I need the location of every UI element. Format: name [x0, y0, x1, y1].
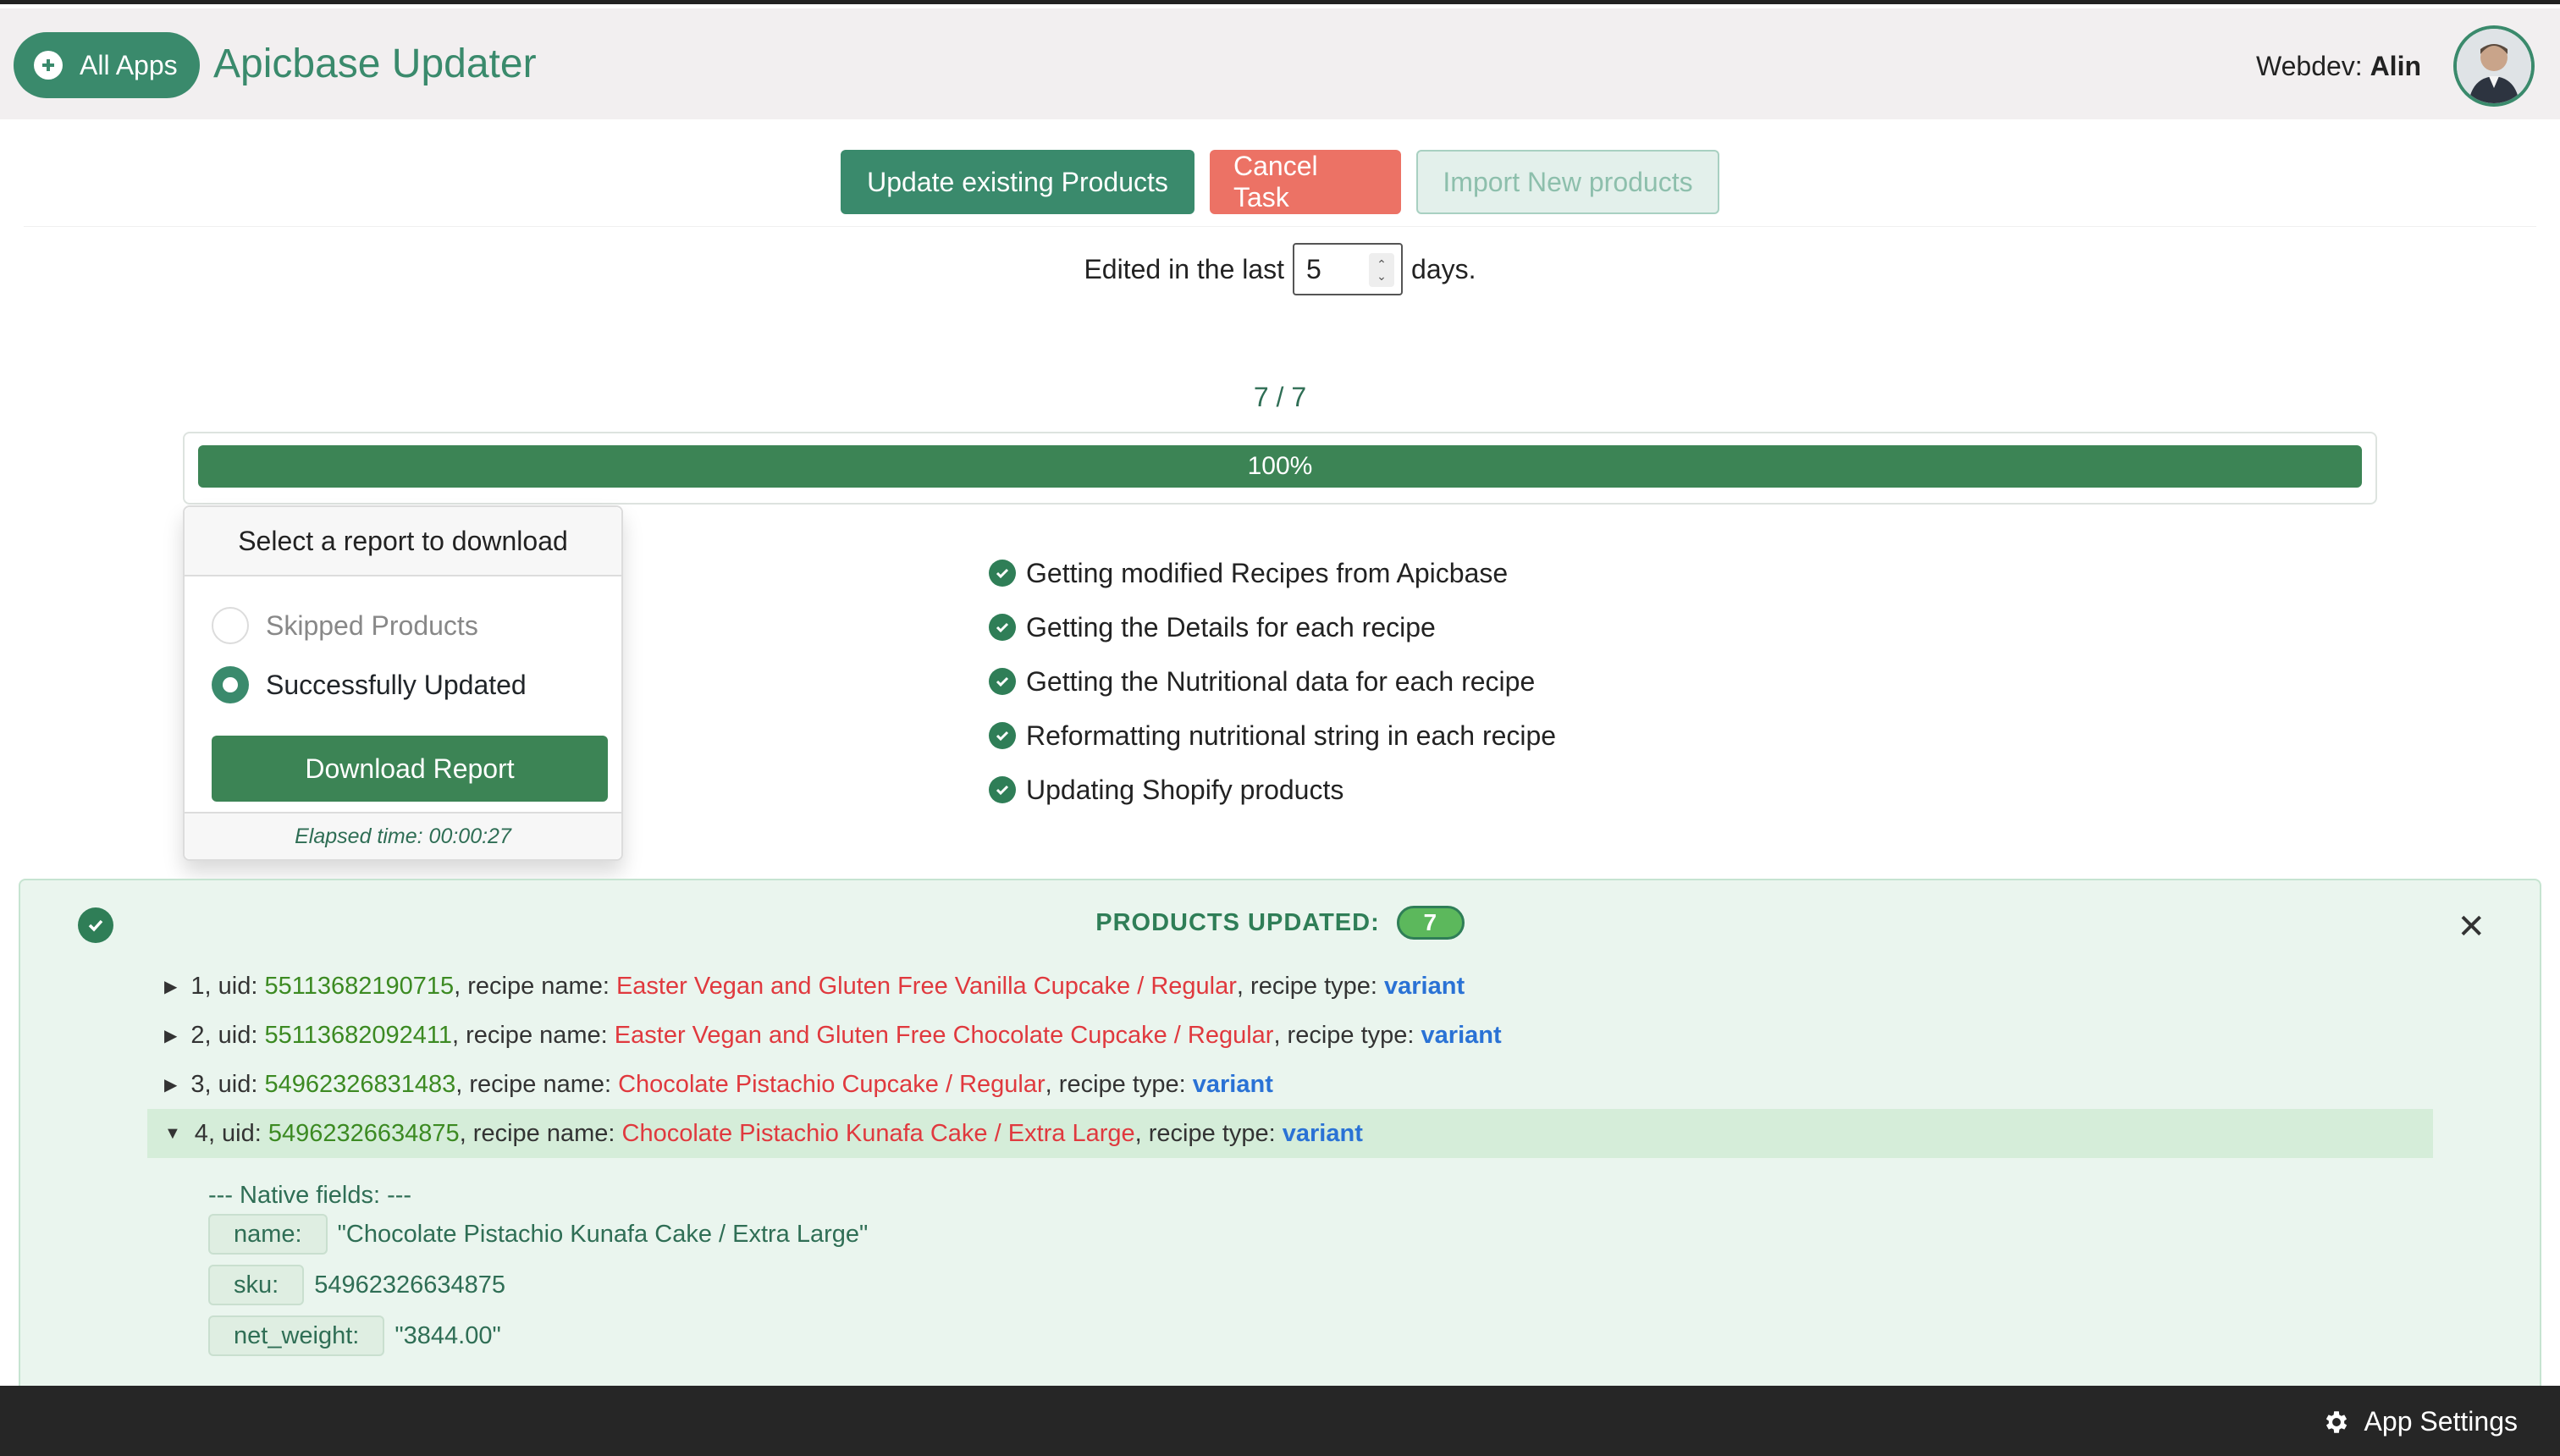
- row-index: 1: [190, 972, 205, 1000]
- app-footer: App Settings: [0, 1386, 2560, 1456]
- field-row: name: "Chocolate Pistachio Kunafa Cake /…: [208, 1214, 868, 1255]
- check-circle-icon: [989, 722, 1016, 749]
- products-list: ▶ 1, uid: 55113682190715, recipe name: E…: [147, 962, 2433, 1158]
- step-item: Getting the Nutritional data for each re…: [989, 654, 1556, 709]
- row-recipe-name: Easter Vegan and Gluten Free Chocolate C…: [614, 1021, 1274, 1049]
- successfully-updated-option[interactable]: Successfully Updated: [212, 666, 527, 703]
- step-label: Getting the Nutritional data for each re…: [1026, 665, 1536, 697]
- step-item: Reformatting nutritional string in each …: [989, 709, 1556, 763]
- step-label: Updating Shopify products: [1026, 774, 1344, 805]
- row-uid: 54962326831483: [264, 1070, 456, 1098]
- all-apps-button[interactable]: All Apps: [14, 32, 200, 98]
- step-label: Reformatting nutritional string in each …: [1026, 720, 1557, 751]
- cancel-task-button[interactable]: Cancel Task: [1210, 150, 1401, 214]
- skipped-products-option[interactable]: Skipped Products: [212, 607, 478, 644]
- avatar-portrait-icon: [2457, 29, 2531, 103]
- elapsed-time: Elapsed time: 00:00:27: [185, 812, 621, 859]
- gear-icon: [2326, 1410, 2347, 1433]
- row-recipe-name: Chocolate Pistachio Cupcake / Regular: [618, 1070, 1046, 1098]
- close-icon[interactable]: ✕: [2457, 907, 2486, 946]
- step-label: Getting the Details for each recipe: [1026, 611, 1436, 643]
- user-name: Alin: [2370, 51, 2421, 81]
- user-prefix: Webdev:: [2255, 51, 2363, 81]
- native-fields-heading: --- Native fields: ---: [208, 1182, 412, 1209]
- download-report-button[interactable]: Download Report: [212, 736, 608, 802]
- row-index: 2: [190, 1021, 205, 1049]
- row-uid: 55113682190715: [264, 972, 455, 1000]
- divider: [24, 226, 2536, 227]
- row-recipe-type: variant: [1282, 1119, 1363, 1147]
- check-circle-icon: [989, 776, 1016, 803]
- row-recipe-type: variant: [1192, 1070, 1273, 1098]
- progress-bar: 100%: [183, 432, 2377, 505]
- edited-prefix: Edited in the last: [1084, 253, 1285, 284]
- product-row[interactable]: ▶ 3, uid: 54962326831483, recipe name: C…: [147, 1060, 2433, 1109]
- report-heading: Select a report to download: [185, 507, 621, 576]
- progress-counter: 7 / 7: [1253, 382, 1307, 412]
- avatar[interactable]: [2453, 25, 2535, 107]
- edited-days-filter: Edited in the last 5 ⌃ ⌄ days.: [0, 243, 2560, 295]
- skipped-products-label: Skipped Products: [266, 609, 478, 641]
- field-value: 54962326634875: [314, 1271, 505, 1299]
- app-header: All Apps Apicbase Updater Webdev: Alin: [0, 8, 2560, 119]
- field-value: "3844.00": [394, 1321, 501, 1349]
- row-recipe-name: Chocolate Pistachio Kunafa Cake / Extra …: [621, 1119, 1135, 1147]
- products-count-badge: 7: [1396, 906, 1465, 940]
- task-steps-list: Getting modified Recipes from Apicbase G…: [989, 546, 1556, 817]
- progress-track: 100%: [198, 445, 2362, 488]
- all-apps-label: All Apps: [80, 49, 178, 80]
- check-circle-icon: [989, 668, 1016, 695]
- row-index: 4: [194, 1119, 208, 1147]
- successfully-updated-label: Successfully Updated: [266, 669, 527, 700]
- progress-fill: 100%: [198, 445, 2362, 488]
- products-updated-panel: PRODUCTS UPDATED: 7 ✕ ▶ 1, uid: 55113682…: [19, 879, 2541, 1456]
- edited-suffix: days.: [1411, 253, 1476, 284]
- chevron-up-icon[interactable]: ⌃: [1377, 258, 1387, 270]
- check-circle-icon: [989, 560, 1016, 587]
- check-circle-icon: [989, 614, 1016, 641]
- field-key: name:: [208, 1214, 328, 1255]
- field-value: "Chocolate Pistachio Kunafa Cake / Extra…: [337, 1220, 869, 1248]
- field-row: sku: 54962326634875: [208, 1265, 505, 1305]
- report-download-card: Select a report to download Skipped Prod…: [183, 505, 623, 861]
- app-settings-button[interactable]: App Settings: [2322, 1406, 2518, 1437]
- field-row: net_weight: "3844.00": [208, 1315, 501, 1356]
- caret-right-icon[interactable]: ▶: [164, 1025, 177, 1046]
- product-row-expanded[interactable]: ▼ 4, uid: 54962326634875, recipe name: C…: [147, 1109, 2433, 1158]
- row-uid: 54962326634875: [268, 1119, 460, 1147]
- product-row[interactable]: ▶ 1, uid: 55113682190715, recipe name: E…: [147, 962, 2433, 1011]
- chevron-down-icon[interactable]: ⌄: [1377, 270, 1387, 282]
- step-item: Getting the Details for each recipe: [989, 600, 1556, 654]
- products-updated-title: PRODUCTS UPDATED: 7: [20, 906, 2540, 940]
- row-recipe-name: Easter Vegan and Gluten Free Vanilla Cup…: [615, 972, 1237, 1000]
- days-stepper[interactable]: ⌃ ⌄: [1369, 253, 1395, 287]
- step-item: Updating Shopify products: [989, 763, 1556, 817]
- successfully-updated-radio[interactable]: [212, 666, 249, 703]
- app-title: Apicbase Updater: [213, 41, 537, 86]
- update-products-button[interactable]: Update existing Products: [841, 150, 1194, 214]
- row-recipe-type: variant: [1421, 1021, 1502, 1049]
- products-title-label: PRODUCTS UPDATED:: [1095, 908, 1380, 936]
- days-input[interactable]: 5 ⌃ ⌄: [1293, 243, 1404, 295]
- days-value: 5: [1306, 253, 1321, 284]
- caret-right-icon[interactable]: ▶: [164, 976, 177, 997]
- row-uid: 55113682092411: [264, 1021, 452, 1049]
- caret-down-icon[interactable]: ▼: [164, 1124, 181, 1144]
- row-index: 3: [190, 1070, 205, 1098]
- caret-right-icon[interactable]: ▶: [164, 1074, 177, 1095]
- product-row[interactable]: ▶ 2, uid: 55113682092411, recipe name: E…: [147, 1011, 2433, 1060]
- skipped-products-radio[interactable]: [212, 607, 249, 644]
- action-toolbar: Update existing Products Cancel Task Imp…: [0, 150, 2560, 214]
- plus-circle-icon: [34, 51, 63, 80]
- field-key: net_weight:: [208, 1315, 385, 1356]
- row-recipe-type: variant: [1384, 972, 1465, 1000]
- app-settings-label: App Settings: [2364, 1406, 2518, 1437]
- import-products-button[interactable]: Import New products: [1416, 150, 1719, 214]
- user-label: Webdev: Alin: [2256, 51, 2421, 82]
- step-item: Getting modified Recipes from Apicbase: [989, 546, 1556, 600]
- step-label: Getting modified Recipes from Apicbase: [1026, 557, 1509, 588]
- field-key: sku:: [208, 1265, 305, 1305]
